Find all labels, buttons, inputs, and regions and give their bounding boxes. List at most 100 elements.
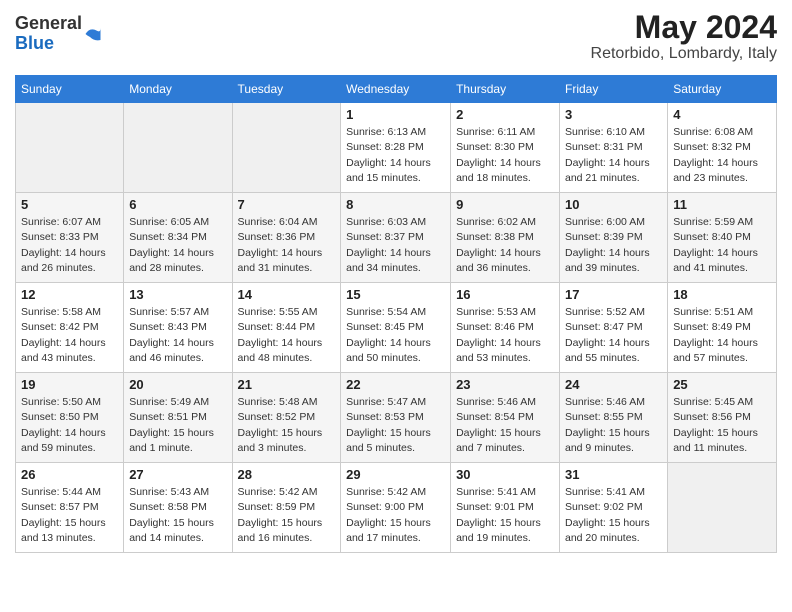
day-number: 16	[456, 287, 554, 302]
page-header: General Blue May 2024 Retorbido, Lombard…	[15, 10, 777, 63]
calendar-cell: 17 Sunrise: 5:52 AM Sunset: 8:47 PM Dayl…	[560, 283, 668, 373]
calendar-week-row: 19 Sunrise: 5:50 AM Sunset: 8:50 PM Dayl…	[16, 373, 777, 463]
day-info: Sunrise: 6:08 AM Sunset: 8:32 PM Dayligh…	[673, 125, 771, 186]
calendar-cell: 11 Sunrise: 5:59 AM Sunset: 8:40 PM Dayl…	[668, 193, 777, 283]
calendar-cell: 12 Sunrise: 5:58 AM Sunset: 8:42 PM Dayl…	[16, 283, 124, 373]
day-info: Sunrise: 5:51 AM Sunset: 8:49 PM Dayligh…	[673, 305, 771, 366]
weekday-header-saturday: Saturday	[668, 76, 777, 103]
calendar-cell: 29 Sunrise: 5:42 AM Sunset: 9:00 PM Dayl…	[341, 463, 451, 553]
weekday-header-wednesday: Wednesday	[341, 76, 451, 103]
calendar-cell: 15 Sunrise: 5:54 AM Sunset: 8:45 PM Dayl…	[341, 283, 451, 373]
day-number: 25	[673, 377, 771, 392]
calendar-cell: 9 Sunrise: 6:02 AM Sunset: 8:38 PM Dayli…	[451, 193, 560, 283]
day-info: Sunrise: 5:54 AM Sunset: 8:45 PM Dayligh…	[346, 305, 445, 366]
calendar-cell: 5 Sunrise: 6:07 AM Sunset: 8:33 PM Dayli…	[16, 193, 124, 283]
weekday-header-friday: Friday	[560, 76, 668, 103]
day-info: Sunrise: 5:57 AM Sunset: 8:43 PM Dayligh…	[129, 305, 226, 366]
day-info: Sunrise: 5:47 AM Sunset: 8:53 PM Dayligh…	[346, 395, 445, 456]
day-info: Sunrise: 5:46 AM Sunset: 8:54 PM Dayligh…	[456, 395, 554, 456]
day-info: Sunrise: 5:50 AM Sunset: 8:50 PM Dayligh…	[21, 395, 118, 456]
calendar-cell: 1 Sunrise: 6:13 AM Sunset: 8:28 PM Dayli…	[341, 103, 451, 193]
calendar-cell: 2 Sunrise: 6:11 AM Sunset: 8:30 PM Dayli…	[451, 103, 560, 193]
day-info: Sunrise: 5:41 AM Sunset: 9:01 PM Dayligh…	[456, 485, 554, 546]
day-number: 14	[238, 287, 336, 302]
calendar-week-row: 12 Sunrise: 5:58 AM Sunset: 8:42 PM Dayl…	[16, 283, 777, 373]
calendar-cell: 24 Sunrise: 5:46 AM Sunset: 8:55 PM Dayl…	[560, 373, 668, 463]
day-info: Sunrise: 6:00 AM Sunset: 8:39 PM Dayligh…	[565, 215, 662, 276]
day-number: 13	[129, 287, 226, 302]
day-number: 11	[673, 197, 771, 212]
day-info: Sunrise: 5:43 AM Sunset: 8:58 PM Dayligh…	[129, 485, 226, 546]
day-number: 4	[673, 107, 771, 122]
weekday-header-tuesday: Tuesday	[232, 76, 341, 103]
weekday-header-thursday: Thursday	[451, 76, 560, 103]
calendar-cell: 8 Sunrise: 6:03 AM Sunset: 8:37 PM Dayli…	[341, 193, 451, 283]
day-info: Sunrise: 6:04 AM Sunset: 8:36 PM Dayligh…	[238, 215, 336, 276]
location-subtitle: Retorbido, Lombardy, Italy	[591, 45, 777, 63]
day-info: Sunrise: 5:48 AM Sunset: 8:52 PM Dayligh…	[238, 395, 336, 456]
day-info: Sunrise: 5:42 AM Sunset: 8:59 PM Dayligh…	[238, 485, 336, 546]
weekday-header-monday: Monday	[124, 76, 232, 103]
day-number: 10	[565, 197, 662, 212]
day-info: Sunrise: 5:52 AM Sunset: 8:47 PM Dayligh…	[565, 305, 662, 366]
calendar-cell: 19 Sunrise: 5:50 AM Sunset: 8:50 PM Dayl…	[16, 373, 124, 463]
calendar-cell: 10 Sunrise: 6:00 AM Sunset: 8:39 PM Dayl…	[560, 193, 668, 283]
day-info: Sunrise: 5:58 AM Sunset: 8:42 PM Dayligh…	[21, 305, 118, 366]
day-number: 31	[565, 467, 662, 482]
day-info: Sunrise: 6:07 AM Sunset: 8:33 PM Dayligh…	[21, 215, 118, 276]
calendar-cell: 4 Sunrise: 6:08 AM Sunset: 8:32 PM Dayli…	[668, 103, 777, 193]
day-number: 28	[238, 467, 336, 482]
day-info: Sunrise: 5:59 AM Sunset: 8:40 PM Dayligh…	[673, 215, 771, 276]
calendar-cell: 3 Sunrise: 6:10 AM Sunset: 8:31 PM Dayli…	[560, 103, 668, 193]
title-block: May 2024 Retorbido, Lombardy, Italy	[591, 10, 777, 63]
day-info: Sunrise: 5:45 AM Sunset: 8:56 PM Dayligh…	[673, 395, 771, 456]
calendar-cell	[232, 103, 341, 193]
logo-general-text: General	[15, 14, 82, 34]
calendar-cell: 23 Sunrise: 5:46 AM Sunset: 8:54 PM Dayl…	[451, 373, 560, 463]
day-number: 26	[21, 467, 118, 482]
day-info: Sunrise: 6:05 AM Sunset: 8:34 PM Dayligh…	[129, 215, 226, 276]
calendar-cell: 31 Sunrise: 5:41 AM Sunset: 9:02 PM Dayl…	[560, 463, 668, 553]
day-number: 20	[129, 377, 226, 392]
calendar-cell: 16 Sunrise: 5:53 AM Sunset: 8:46 PM Dayl…	[451, 283, 560, 373]
day-number: 22	[346, 377, 445, 392]
day-info: Sunrise: 6:10 AM Sunset: 8:31 PM Dayligh…	[565, 125, 662, 186]
day-number: 2	[456, 107, 554, 122]
calendar-cell: 27 Sunrise: 5:43 AM Sunset: 8:58 PM Dayl…	[124, 463, 232, 553]
logo-blue-text: Blue	[15, 34, 82, 54]
day-number: 27	[129, 467, 226, 482]
calendar-cell: 21 Sunrise: 5:48 AM Sunset: 8:52 PM Dayl…	[232, 373, 341, 463]
day-number: 9	[456, 197, 554, 212]
day-number: 5	[21, 197, 118, 212]
day-info: Sunrise: 5:46 AM Sunset: 8:55 PM Dayligh…	[565, 395, 662, 456]
calendar-cell	[16, 103, 124, 193]
calendar-cell: 13 Sunrise: 5:57 AM Sunset: 8:43 PM Dayl…	[124, 283, 232, 373]
calendar-cell: 26 Sunrise: 5:44 AM Sunset: 8:57 PM Dayl…	[16, 463, 124, 553]
day-info: Sunrise: 6:11 AM Sunset: 8:30 PM Dayligh…	[456, 125, 554, 186]
logo-icon	[84, 25, 102, 43]
calendar-cell: 14 Sunrise: 5:55 AM Sunset: 8:44 PM Dayl…	[232, 283, 341, 373]
day-number: 7	[238, 197, 336, 212]
calendar-cell: 30 Sunrise: 5:41 AM Sunset: 9:01 PM Dayl…	[451, 463, 560, 553]
day-number: 23	[456, 377, 554, 392]
calendar-cell: 28 Sunrise: 5:42 AM Sunset: 8:59 PM Dayl…	[232, 463, 341, 553]
calendar-cell: 7 Sunrise: 6:04 AM Sunset: 8:36 PM Dayli…	[232, 193, 341, 283]
day-info: Sunrise: 6:02 AM Sunset: 8:38 PM Dayligh…	[456, 215, 554, 276]
calendar-table: SundayMondayTuesdayWednesdayThursdayFrid…	[15, 75, 777, 553]
day-info: Sunrise: 6:03 AM Sunset: 8:37 PM Dayligh…	[346, 215, 445, 276]
day-number: 1	[346, 107, 445, 122]
calendar-cell: 20 Sunrise: 5:49 AM Sunset: 8:51 PM Dayl…	[124, 373, 232, 463]
day-number: 15	[346, 287, 445, 302]
day-info: Sunrise: 5:55 AM Sunset: 8:44 PM Dayligh…	[238, 305, 336, 366]
day-number: 12	[21, 287, 118, 302]
calendar-cell: 22 Sunrise: 5:47 AM Sunset: 8:53 PM Dayl…	[341, 373, 451, 463]
month-year-title: May 2024	[591, 10, 777, 45]
day-info: Sunrise: 6:13 AM Sunset: 8:28 PM Dayligh…	[346, 125, 445, 186]
day-number: 19	[21, 377, 118, 392]
weekday-header-sunday: Sunday	[16, 76, 124, 103]
calendar-cell	[124, 103, 232, 193]
calendar-week-row: 5 Sunrise: 6:07 AM Sunset: 8:33 PM Dayli…	[16, 193, 777, 283]
calendar-week-row: 1 Sunrise: 6:13 AM Sunset: 8:28 PM Dayli…	[16, 103, 777, 193]
day-number: 3	[565, 107, 662, 122]
calendar-cell	[668, 463, 777, 553]
